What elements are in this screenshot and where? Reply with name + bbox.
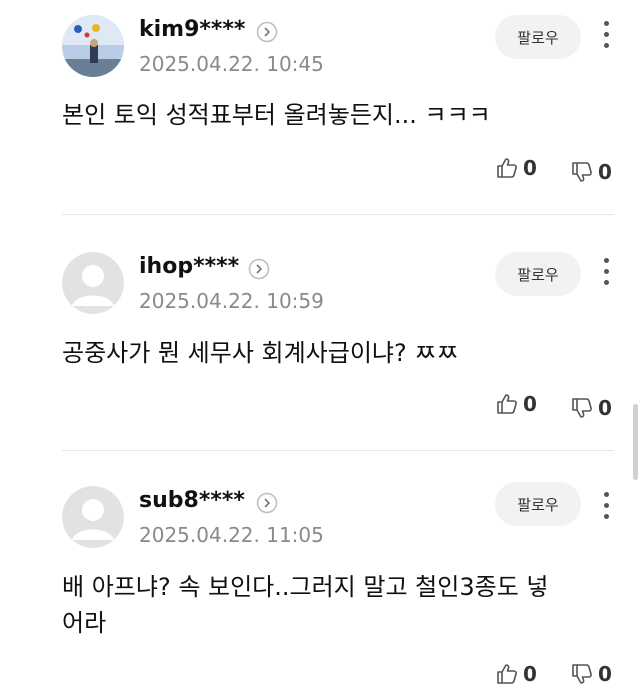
follow-button[interactable]: 팔로우: [495, 252, 581, 296]
thumbs-up-icon: [497, 158, 517, 178]
comment-text: 공중사가 뭔 세무사 회계사급이냐? ㅉㅉ: [62, 339, 459, 367]
follow-button[interactable]: 팔로우: [495, 482, 581, 526]
dislike-count: 0: [598, 160, 612, 184]
avatar[interactable]: [62, 486, 124, 548]
more-vertical-icon[interactable]: [596, 488, 616, 522]
thumbs-down-icon: [572, 664, 592, 684]
comment-text: 본인 토익 성적표부터 올려놓든지... ㅋㅋㅋ: [62, 101, 491, 129]
avatar[interactable]: [62, 15, 124, 77]
dislike-button[interactable]: 0: [570, 660, 612, 688]
comment-item: kim9**** 2025.04.22. 10:45 팔로우 본인 토익 성적표…: [0, 15, 640, 215]
comment-text: 배 아프냐? 속 보인다..그러지 말고 철인3종도 넣어라: [62, 573, 549, 637]
thumbs-down-icon: [572, 398, 592, 418]
username[interactable]: sub8****: [139, 488, 245, 513]
chevron-right-icon[interactable]: [256, 21, 278, 43]
comment-timestamp: 2025.04.22. 10:45: [139, 52, 324, 76]
divider: [62, 450, 614, 451]
comment-item: sub8**** 2025.04.22. 11:05 팔로우 배 아프냐? 속 …: [0, 482, 640, 686]
avatar[interactable]: [62, 252, 124, 314]
more-vertical-icon[interactable]: [596, 17, 616, 51]
scrollbar[interactable]: [633, 404, 638, 480]
like-count: 0: [523, 392, 537, 416]
dislike-button[interactable]: 0: [570, 394, 612, 422]
username[interactable]: ihop****: [139, 254, 239, 279]
chevron-right-icon[interactable]: [248, 258, 270, 280]
thumbs-up-icon: [497, 394, 517, 414]
thumbs-down-icon: [572, 162, 592, 182]
dislike-count: 0: [598, 662, 612, 686]
divider: [62, 214, 614, 215]
follow-button[interactable]: 팔로우: [495, 15, 581, 59]
like-count: 0: [523, 662, 537, 686]
dislike-count: 0: [598, 396, 612, 420]
like-button[interactable]: 0: [495, 154, 537, 182]
thumbs-up-icon: [497, 664, 517, 684]
like-count: 0: [523, 156, 537, 180]
like-button[interactable]: 0: [495, 660, 537, 688]
chevron-right-icon[interactable]: [256, 492, 278, 514]
comment-timestamp: 2025.04.22. 10:59: [139, 289, 324, 313]
comment-timestamp: 2025.04.22. 11:05: [139, 523, 324, 547]
comment-item: ihop**** 2025.04.22. 10:59 팔로우 공중사가 뭔 세무…: [0, 252, 640, 452]
username[interactable]: kim9****: [139, 17, 245, 42]
more-vertical-icon[interactable]: [596, 254, 616, 288]
dislike-button[interactable]: 0: [570, 158, 612, 186]
like-button[interactable]: 0: [495, 390, 537, 418]
